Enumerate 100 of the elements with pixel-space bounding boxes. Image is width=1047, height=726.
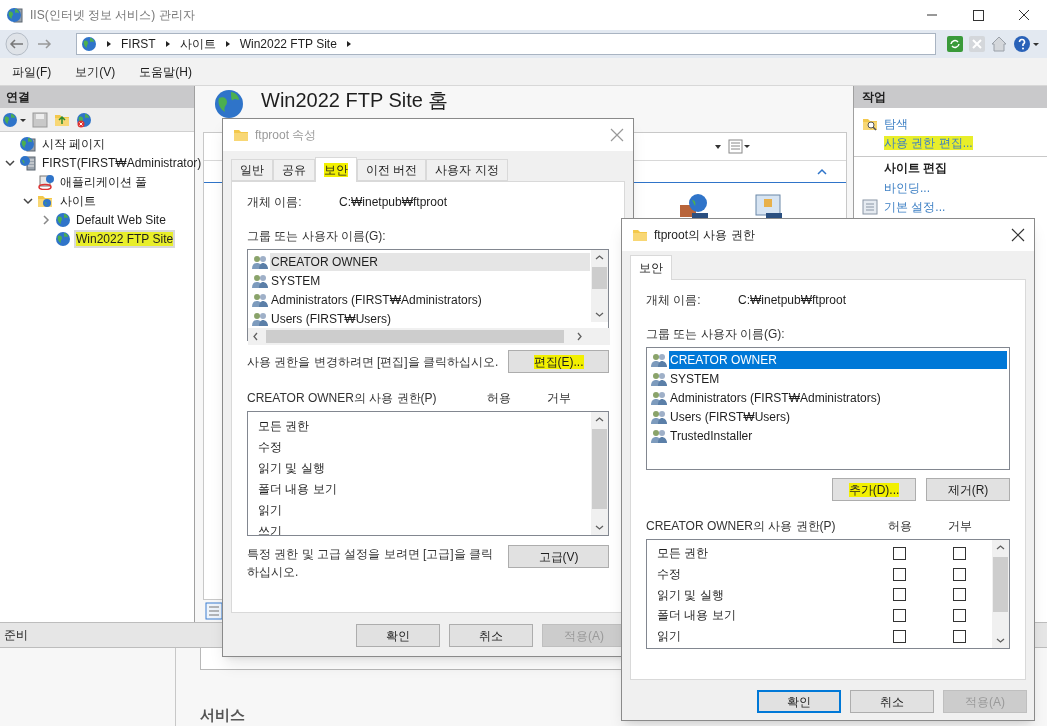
field-label: 개체 이름: (247, 194, 303, 211)
back-icon[interactable] (2, 32, 32, 56)
permission-name: 수정 (257, 438, 283, 456)
tree-item[interactable]: Win2022 FTP Site (74, 229, 176, 248)
menu-item[interactable]: 도움말(H) (139, 62, 192, 81)
edit-button[interactable]: 편집(E)... (508, 350, 609, 373)
dialog-button[interactable]: 제거(R) (926, 478, 1010, 501)
dialog-button[interactable]: 취소 (850, 690, 934, 713)
help-icon[interactable] (1012, 34, 1040, 54)
checkbox[interactable] (952, 567, 966, 581)
breadcrumb-item[interactable]: FIRST (121, 35, 156, 53)
tab[interactable]: 보안 (315, 157, 357, 182)
disconnect-icon[interactable] (76, 111, 92, 128)
refresh-icon[interactable] (946, 35, 964, 53)
page-title: Win2022 FTP Site 홈 (261, 88, 449, 111)
menu-item[interactable]: 보기(V) (75, 62, 116, 81)
triangle-right-icon (163, 40, 172, 48)
column-header: 허용 (486, 390, 512, 407)
users-icon (252, 254, 268, 269)
tree-item[interactable]: 사이트 (58, 191, 98, 210)
vertical-scrollbar[interactable] (591, 250, 608, 322)
action-link[interactable]: 탐색 (884, 114, 908, 133)
globe-icon (55, 211, 71, 228)
checkbox[interactable] (952, 546, 966, 560)
breadcrumb-item[interactable]: 사이트 (179, 35, 216, 53)
checkbox[interactable] (952, 629, 966, 643)
server-globe-icon (6, 7, 24, 23)
dialog-button[interactable]: 확인 (356, 624, 440, 647)
dialog-button[interactable]: 추가(D)... (832, 478, 916, 501)
column-header: 거부 (546, 390, 572, 407)
address-field[interactable]: FIRST 사이트 Win2022 FTP Site (76, 33, 936, 55)
users-icon (651, 371, 667, 386)
tab[interactable]: 사용자 지정 (426, 159, 508, 181)
tab[interactable]: 이전 버전 (357, 159, 427, 181)
permission-name: 읽기 (257, 501, 283, 519)
list-item[interactable]: SYSTEM (270, 271, 590, 290)
dialog-title: ftproot 속성 (255, 127, 317, 144)
permission-name: 수정 (656, 566, 682, 584)
action-link[interactable]: 기본 설정... (884, 198, 946, 217)
globe-icon (213, 88, 245, 120)
checkbox[interactable] (892, 546, 906, 560)
list-item[interactable]: Users (FIRST₩Users) (270, 309, 590, 328)
list-item[interactable]: Administrators (FIRST₩Administrators) (669, 388, 1007, 407)
checkbox[interactable] (892, 629, 906, 643)
permission-name: 폴더 내용 보기 (257, 480, 338, 498)
chevron-right-icon[interactable] (40, 213, 52, 226)
dialog-title: ftproot의 사용 권한 (654, 227, 755, 244)
panel-header: 연결 (0, 86, 194, 108)
features-view-icon[interactable] (205, 602, 223, 620)
checkbox[interactable] (952, 608, 966, 622)
users-icon (651, 409, 667, 424)
globe-icon (81, 36, 97, 52)
tree-item[interactable]: 애플리케이션 풀 (58, 172, 150, 191)
users-icon (252, 273, 268, 288)
tree-item[interactable]: Default Web Site (74, 210, 168, 229)
section-heading: 사이트 편집 (884, 159, 948, 177)
checkbox[interactable] (892, 567, 906, 581)
column-header: 거부 (947, 518, 973, 535)
field-label: 개체 이름: (646, 292, 702, 309)
tree-item[interactable]: 시작 페이지 (40, 134, 108, 153)
breadcrumb-item[interactable]: Win2022 FTP Site (239, 35, 337, 53)
tree-item[interactable]: FIRST(FIRST₩Administrator) (40, 153, 204, 172)
users-icon (651, 428, 667, 443)
dialog-button[interactable]: 확인 (757, 690, 841, 713)
application-pool-icon (37, 173, 55, 190)
permission-name: 읽기 (656, 628, 682, 646)
list-item[interactable]: CREATOR OWNER (270, 252, 590, 271)
globe-dropdown-icon[interactable] (2, 111, 26, 128)
checkbox[interactable] (952, 588, 966, 602)
list-item[interactable]: SYSTEM (669, 369, 1007, 388)
horizontal-scrollbar[interactable] (248, 328, 610, 345)
list-item[interactable]: TrustedInstaller (669, 426, 1007, 445)
triangle-right-icon (223, 40, 232, 48)
checkbox[interactable] (892, 608, 906, 622)
folder-icon (632, 227, 648, 243)
list-label: 그룹 또는 사용자 이름(G): (646, 326, 785, 343)
user-list[interactable]: CREATOR OWNER SYSTEM Administrators (FIRST₩Administrators) Users (FIRST₩Users) TrustedInstaller (646, 347, 1010, 470)
list-item[interactable]: CREATOR OWNER (669, 350, 1007, 369)
caret-icon[interactable] (714, 142, 722, 151)
list-item[interactable]: Users (FIRST₩Users) (669, 407, 1007, 426)
menu-item[interactable]: 파일(F) (12, 62, 52, 81)
permission-name: 모든 권한 (656, 545, 710, 563)
tab[interactable]: 보안 (630, 255, 672, 280)
field-value: C:₩inetpub₩ftproot (738, 292, 847, 309)
permission-name: 폴더 내용 보기 (656, 607, 737, 625)
action-link[interactable]: 바인딩... (884, 178, 930, 197)
globe-icon (55, 230, 71, 247)
view-mode-icon[interactable] (728, 138, 750, 155)
checkbox[interactable] (892, 588, 906, 602)
list-label: 그룹 또는 사용자 이름(G): (247, 228, 386, 245)
list-label: CREATOR OWNER의 사용 권한(P) (646, 518, 837, 535)
dialog-button[interactable]: 취소 (449, 624, 533, 647)
list-label: CREATOR OWNER의 사용 권한(P) (247, 390, 438, 407)
advanced-button[interactable]: 고급(V) (508, 545, 609, 568)
users-icon (252, 311, 268, 326)
tab[interactable]: 일반 (231, 159, 273, 181)
list-item[interactable]: Administrators (FIRST₩Administrators) (270, 290, 590, 309)
users-icon (651, 352, 667, 367)
panel-header: 작업 (854, 86, 1047, 108)
tab[interactable]: 공유 (273, 159, 315, 181)
